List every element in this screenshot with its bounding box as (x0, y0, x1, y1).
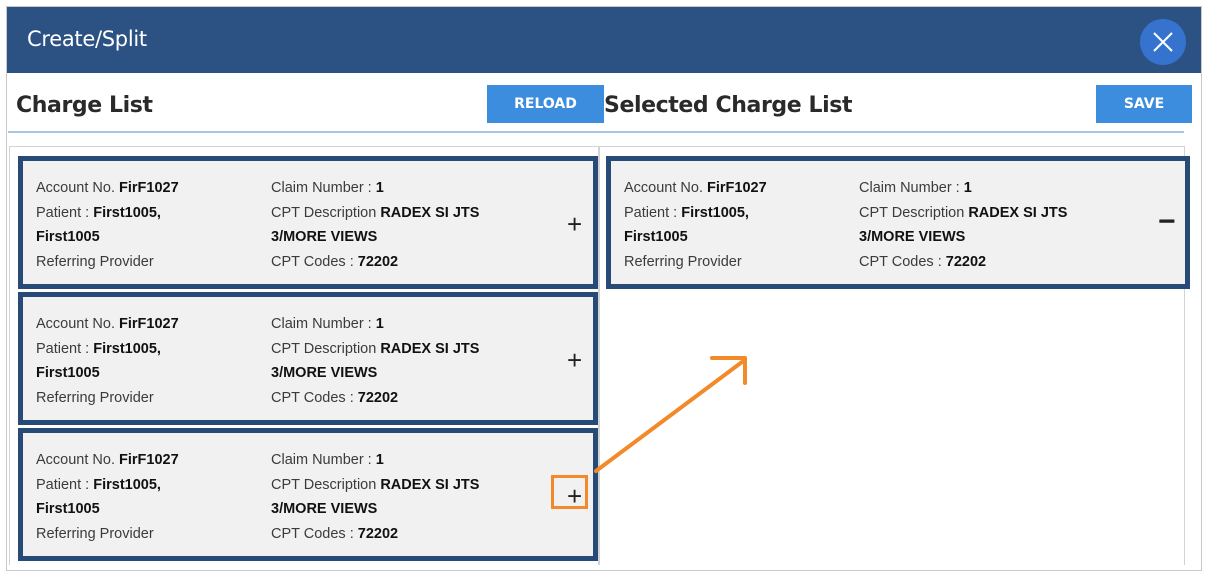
arrow-icon (594, 356, 747, 473)
